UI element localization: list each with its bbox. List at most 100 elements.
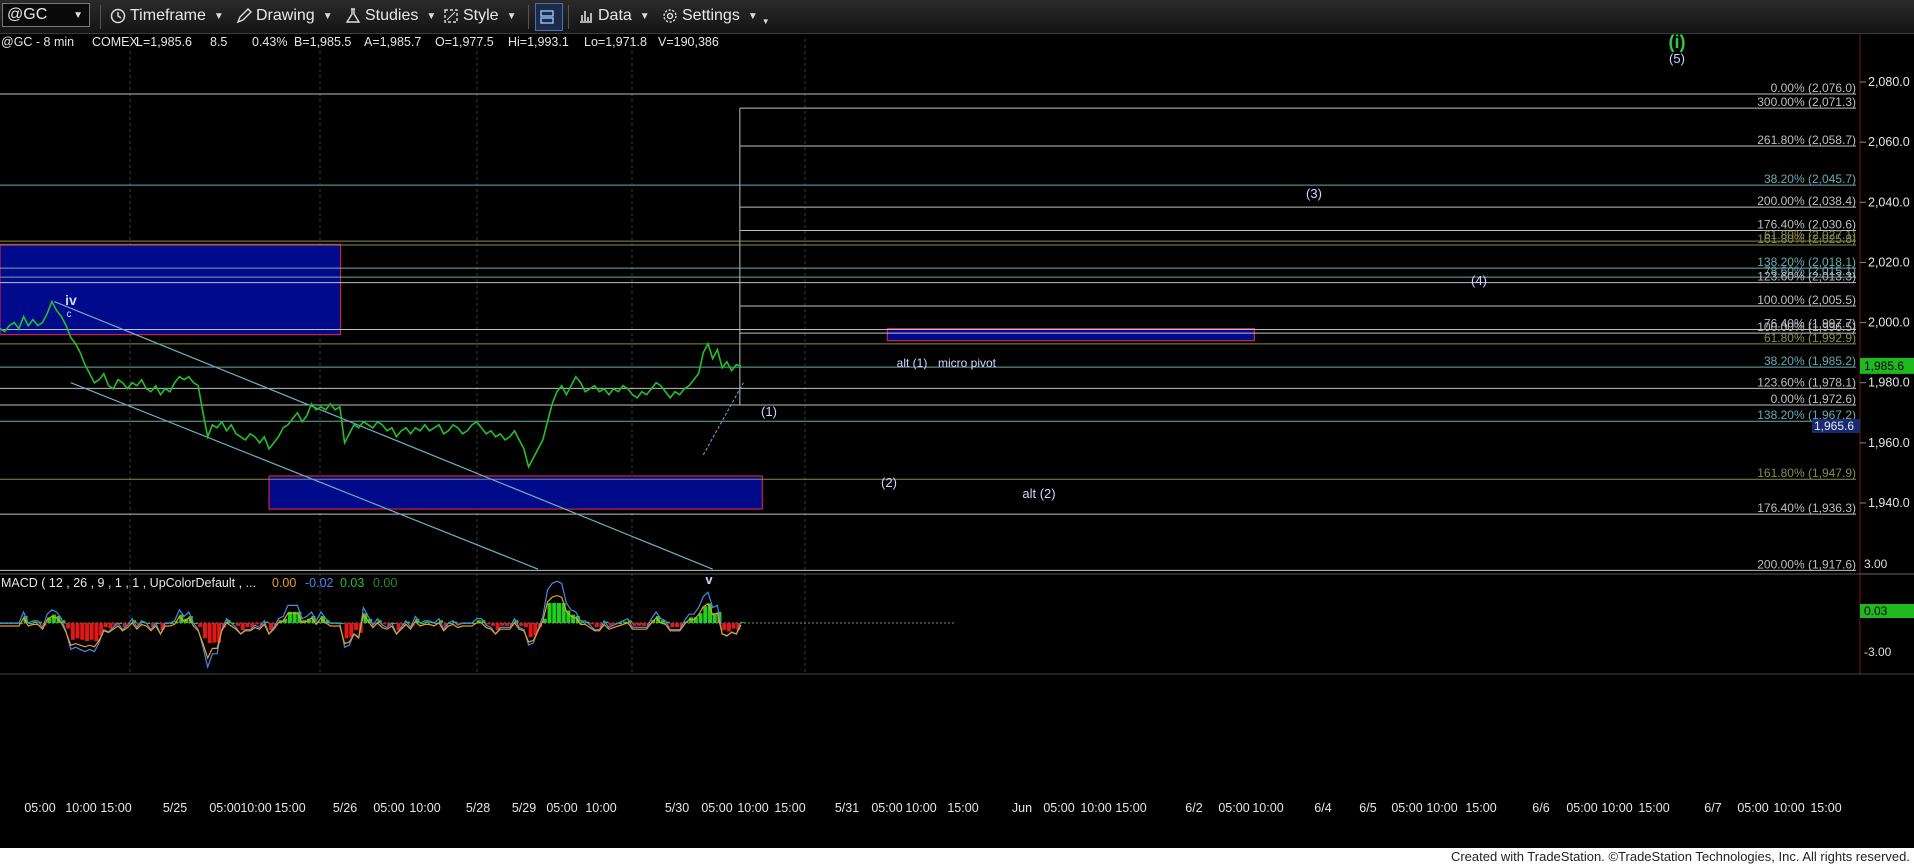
y-tick-label: 2,000.0 <box>1868 316 1910 330</box>
y-tick-label: 2,040.0 <box>1868 195 1910 209</box>
macd-histogram-bar <box>33 621 38 623</box>
fib-label: 161.80% (1,947.9) <box>1757 466 1856 480</box>
macd-histogram-bar <box>552 603 557 623</box>
macd-value-4: 0.00 <box>373 576 397 590</box>
macd-histogram-bar <box>70 623 75 640</box>
chevron-down-icon: ▼ <box>639 10 650 22</box>
chevron-down-icon: ▼ <box>747 10 758 22</box>
macd-histogram-bar <box>349 623 354 637</box>
macd-histogram-bar <box>580 621 585 623</box>
micro-pivot-box <box>886 327 1255 342</box>
fib-label: 200.00% (1,917.6) <box>1757 557 1856 571</box>
macd-histogram-bar <box>741 622 746 623</box>
macd-histogram-bar <box>726 623 731 632</box>
x-tick-label: Jun <box>1012 801 1032 815</box>
macd-histogram-bar <box>689 617 694 623</box>
x-tick-label: 15:00 <box>1638 801 1669 815</box>
y-tick-label: 1,960.0 <box>1868 436 1910 450</box>
macd-histogram-bar <box>94 623 99 642</box>
macd-histogram-bar <box>556 603 561 623</box>
x-tick-label: 15:00 <box>774 801 805 815</box>
macd-histogram-bar <box>674 623 679 628</box>
header-ask: A=1,985.7 <box>364 35 421 49</box>
symbol-value: @GC <box>7 6 48 23</box>
flask-icon <box>345 8 361 23</box>
x-tick-label: 6/6 <box>1532 801 1549 815</box>
macd-histogram-bar <box>84 623 89 642</box>
x-tick-label: 15:00 <box>1115 801 1146 815</box>
wave-label: (2) <box>881 475 897 490</box>
x-tick-label: 05:00 <box>1391 801 1422 815</box>
x-tick-label: 15:00 <box>1465 801 1496 815</box>
macd-histogram-bar <box>594 623 599 628</box>
x-tick-label: 10:00 <box>737 801 768 815</box>
time-axis[interactable]: 05:00 10:00 15:00 5/25 05:00 10:00 15:00 5/26 05… <box>24 801 1841 815</box>
macd-histogram-bar <box>240 623 245 630</box>
resistance-box <box>0 243 342 336</box>
fib-label: 200.00% (2,038.4) <box>1757 194 1856 208</box>
style-menu[interactable]: Style ▼ <box>443 4 516 28</box>
wave-label: (5) <box>1669 51 1685 66</box>
macd-histogram-bar <box>354 623 358 630</box>
macd-histogram-bar <box>486 623 491 625</box>
x-tick-label: 5/25 <box>163 801 187 815</box>
wave-label: (1) <box>761 404 777 419</box>
macd-histogram-bar <box>731 623 736 629</box>
x-tick-label: 6/7 <box>1704 801 1721 815</box>
macd-histogram-bar <box>547 603 552 623</box>
macd-histogram-bar <box>519 623 524 626</box>
style-icon <box>444 9 458 23</box>
price-chart[interactable]: @GC - 8 min COMEX L=1,985.6 8.5 0.43% B=… <box>0 34 1914 848</box>
macd-histogram-bar <box>108 623 113 629</box>
wave-label: micro pivot <box>938 356 997 370</box>
x-tick-label: 15:00 <box>947 801 978 815</box>
studies-label: Studies <box>365 7 419 24</box>
studies-menu[interactable]: Studies ▼ <box>345 4 436 28</box>
x-tick-label: 10:00 <box>905 801 936 815</box>
toolbar-separator <box>528 5 529 29</box>
macd-histogram-bar <box>424 621 429 623</box>
fib-label: 61.80% (1,992.9) <box>1764 331 1856 345</box>
chart-background <box>0 34 1914 848</box>
settings-label: Settings <box>682 7 740 24</box>
layout-button[interactable] <box>535 3 563 31</box>
timeframe-menu[interactable]: Timeframe ▼ <box>110 4 224 28</box>
header-high: Hi=1,993.1 <box>508 35 569 49</box>
data-menu[interactable]: Data ▼ <box>578 4 650 28</box>
pencil-icon <box>236 8 252 24</box>
wave-label: c <box>67 309 72 320</box>
x-tick-label: 05:00 <box>1218 801 1249 815</box>
header-change-pct: 0.43% <box>252 35 287 49</box>
x-tick-label: 10:00 <box>1601 801 1632 815</box>
macd-last-value: 0.03 <box>1864 604 1888 618</box>
macd-histogram-bar <box>66 623 71 629</box>
last-price-label: 1,985.6 <box>1864 359 1904 373</box>
x-tick-label: 6/4 <box>1314 801 1331 815</box>
x-tick-label: 15:00 <box>100 801 131 815</box>
chevron-down-icon: ▼ <box>426 10 437 22</box>
fib-label: 123.60% (1,978.1) <box>1757 375 1856 389</box>
settings-menu[interactable]: Settings ▼ ▼ <box>662 4 770 28</box>
x-tick-label: 05:00 <box>1566 801 1597 815</box>
x-tick-label: 10:00 <box>1426 801 1457 815</box>
timeframe-label: Timeframe <box>130 7 206 24</box>
toolbar-separator <box>100 5 101 29</box>
macd-histogram-bar <box>670 623 675 628</box>
macd-histogram-bar <box>500 623 505 626</box>
wave-label: (i) <box>1669 34 1686 52</box>
x-tick-label: 05:00 <box>373 801 404 815</box>
fib-label: 261.80% (2,058.7) <box>1757 133 1856 147</box>
x-tick-label: 5/26 <box>333 801 357 815</box>
symbol-selector[interactable]: @GC ▼ <box>2 3 90 27</box>
header-symbol: @GC - 8 min <box>1 35 74 49</box>
x-tick-label: 15:00 <box>1810 801 1841 815</box>
x-tick-label: 05:00 <box>871 801 902 815</box>
data-label: Data <box>598 7 632 24</box>
x-tick-label: 10:00 <box>1080 801 1111 815</box>
header-exchange: COMEX <box>92 35 139 49</box>
wave-label: iv <box>65 292 77 308</box>
macd-histogram-bar <box>75 623 80 639</box>
drawing-label: Drawing <box>256 7 315 24</box>
fib-label: 123.60% (2,013.3) <box>1757 270 1856 284</box>
drawing-menu[interactable]: Drawing ▼ <box>236 4 333 28</box>
